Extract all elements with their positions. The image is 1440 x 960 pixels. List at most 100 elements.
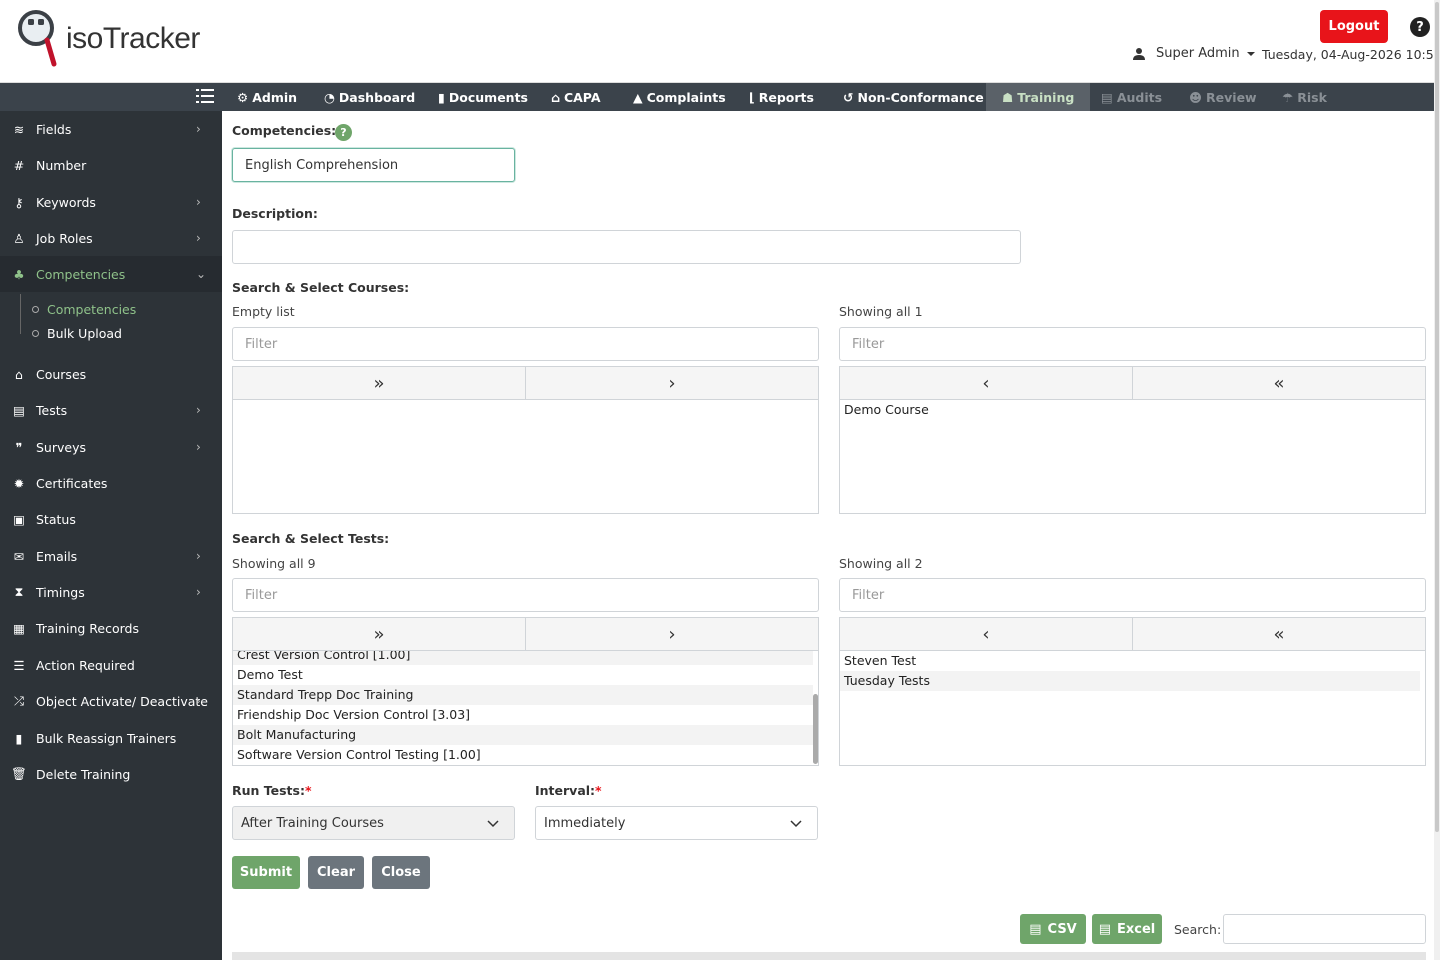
- comments-icon: ❞: [15, 439, 23, 455]
- courses-section-label: Search & Select Courses:: [232, 280, 410, 295]
- run-tests-select[interactable]: After Training Courses: [232, 806, 515, 840]
- top-navigation: ⚙ Admin ◔ Dashboard ▮ Documents ⌂ CAPA ▲ Comp…: [0, 83, 1434, 111]
- nav-risk[interactable]: ☂ Risk: [1282, 83, 1327, 111]
- circle-icon: [32, 306, 39, 313]
- nav-documents[interactable]: ▮ Documents: [438, 83, 528, 111]
- sidebar-item-fields[interactable]: ≋ Fields ›: [0, 111, 222, 147]
- tests-move-all-left-button[interactable]: «: [1132, 618, 1425, 650]
- sidebar-item-timings[interactable]: ⧗ Timings ›: [0, 574, 222, 610]
- courses-available-filter[interactable]: [232, 327, 819, 361]
- tests-move-bar: » ›: [232, 617, 819, 651]
- list-item[interactable]: Standard Trepp Doc Training: [233, 685, 813, 705]
- records-icon: ▦: [13, 620, 25, 636]
- hourglass-icon: ⧗: [14, 584, 24, 599]
- trash-icon: 🗑: [11, 766, 27, 781]
- list-item[interactable]: Demo Course: [840, 400, 1425, 420]
- courses-selected-list[interactable]: Demo Course: [839, 400, 1426, 514]
- user-menu[interactable]: Super Admin: [1132, 46, 1256, 61]
- sidebar-item-bulk-reassign[interactable]: ▮ Bulk Reassign Trainers: [0, 720, 222, 756]
- user-name: Super Admin: [1156, 46, 1240, 61]
- sidebar-item-status[interactable]: ▣ Status: [0, 501, 222, 537]
- courses-available-list[interactable]: [232, 400, 819, 514]
- chevron-right-icon: ›: [196, 585, 201, 599]
- caret-down-icon: [1246, 51, 1255, 56]
- layers-icon: ≋: [13, 121, 25, 137]
- interval-select[interactable]: Immediately: [535, 806, 818, 840]
- page-scrollbar-thumb[interactable]: [1435, 2, 1439, 832]
- courses-selected-filter[interactable]: [839, 327, 1426, 361]
- file-icon: ▤: [13, 402, 25, 418]
- nav-non-conformance[interactable]: ↺ Non-Conformance: [843, 83, 984, 111]
- tests-available-list[interactable]: Crest Version Control [1.00] Demo Test S…: [232, 651, 819, 766]
- csv-export-button[interactable]: ▤ CSV: [1020, 914, 1086, 944]
- tests-move-all-right-button[interactable]: »: [233, 618, 525, 650]
- sidebar-item-training-records[interactable]: ▦ Training Records: [0, 610, 222, 646]
- courses-move-left-button[interactable]: ‹: [840, 367, 1132, 399]
- nav-training[interactable]: ☗ Training: [986, 83, 1091, 111]
- tests-selected-filter[interactable]: [839, 578, 1426, 612]
- nav-capa[interactable]: ⌂ CAPA: [551, 83, 601, 111]
- nav-admin[interactable]: ⚙ Admin: [237, 83, 297, 111]
- tests-remove-bar: ‹ «: [839, 617, 1426, 651]
- sidebar-subitem-competencies[interactable]: Competencies: [0, 298, 222, 322]
- chevron-right-icon: ›: [196, 122, 201, 136]
- courses-move-right-button[interactable]: ›: [525, 367, 818, 399]
- user-icon: [1133, 47, 1145, 60]
- sidebar-item-number[interactable]: # Number: [0, 147, 222, 183]
- logout-button[interactable]: Logout: [1320, 10, 1388, 43]
- description-input[interactable]: [232, 230, 1021, 264]
- sidebar-item-job-roles[interactable]: ♙ Job Roles ›: [0, 220, 222, 256]
- list-item[interactable]: Bolt Manufacturing: [233, 725, 813, 745]
- tests-selected-list[interactable]: Steven Test Tuesday Tests: [839, 651, 1426, 766]
- sidebar-item-certificates[interactable]: ✹ Certificates: [0, 465, 222, 501]
- nav-dashboard[interactable]: ◔ Dashboard: [324, 83, 415, 111]
- list-item[interactable]: Tuesday Tests: [840, 671, 1420, 691]
- tests-move-right-button[interactable]: ›: [525, 618, 818, 650]
- list-item[interactable]: Demo Test: [233, 665, 818, 685]
- page-scrollbar[interactable]: [1434, 0, 1440, 960]
- nav-reports[interactable]: ⌊ Reports: [749, 83, 814, 111]
- tests-available-filter[interactable]: [232, 578, 819, 612]
- clear-button[interactable]: Clear: [308, 856, 364, 889]
- nav-review[interactable]: ☻ Review: [1189, 83, 1257, 111]
- competencies-input[interactable]: [232, 148, 515, 182]
- capa-icon: ⌂: [551, 89, 560, 105]
- submit-button[interactable]: Submit: [232, 856, 300, 889]
- nav-complaints[interactable]: ▲ Complaints: [633, 83, 726, 111]
- list-item[interactable]: Software Version Control Testing [1.00]: [233, 745, 818, 765]
- hash-icon: #: [13, 157, 25, 173]
- sidebar-item-action-required[interactable]: ☰ Action Required: [0, 647, 222, 683]
- chevron-right-icon: ›: [196, 403, 201, 417]
- sidebar-item-emails[interactable]: ✉ Emails ›: [0, 538, 222, 574]
- help-icon[interactable]: ?: [1410, 17, 1430, 37]
- sidebar-item-keywords[interactable]: ⚷ Keywords ›: [0, 184, 222, 220]
- list-item[interactable]: Crest Version Control [1.00]: [233, 651, 813, 665]
- courses-remove-bar: ‹ «: [839, 366, 1426, 400]
- tests-section-label: Search & Select Tests:: [232, 531, 390, 546]
- table-search-label: Search:: [1174, 922, 1222, 937]
- sidebar-item-object-activate[interactable]: ⤮ Object Activate/ Deactivate ›: [0, 683, 222, 719]
- courses-move-all-left-button[interactable]: «: [1132, 367, 1425, 399]
- list-item[interactable]: Steven Test: [840, 651, 1425, 671]
- sidebar-item-delete-training[interactable]: 🗑 Delete Training: [0, 756, 222, 792]
- sidebar-item-surveys[interactable]: ❞ Surveys ›: [0, 429, 222, 465]
- sidebar-item-courses[interactable]: ⌂ Courses: [0, 356, 222, 392]
- table-search-input[interactable]: [1223, 914, 1426, 944]
- tests-move-left-button[interactable]: ‹: [840, 618, 1132, 650]
- close-button[interactable]: Close: [372, 856, 430, 889]
- excel-export-button[interactable]: ▤ Excel: [1092, 914, 1162, 944]
- sidebar-item-tests[interactable]: ▤ Tests ›: [0, 392, 222, 428]
- gear-icon: ⚙: [237, 89, 249, 105]
- excel-file-icon: ▤: [1098, 921, 1112, 937]
- tests-list-scrollbar[interactable]: [813, 694, 818, 764]
- menu-toggle-icon[interactable]: [196, 88, 214, 104]
- courses-move-all-right-button[interactable]: »: [233, 367, 525, 399]
- chevron-down-icon: ⌄: [196, 267, 207, 281]
- app-logo[interactable]: isoTracker: [14, 6, 200, 74]
- chevron-right-icon: ›: [196, 440, 201, 454]
- sidebar-subitem-bulk-upload[interactable]: Bulk Upload: [0, 322, 222, 346]
- nav-audits[interactable]: ▤ Audits: [1101, 83, 1162, 111]
- sidebar-item-competencies[interactable]: ♣ Competencies ⌄: [0, 256, 222, 292]
- help-circle-icon[interactable]: ?: [335, 124, 352, 141]
- list-item[interactable]: Friendship Doc Version Control [3.03]: [233, 705, 818, 725]
